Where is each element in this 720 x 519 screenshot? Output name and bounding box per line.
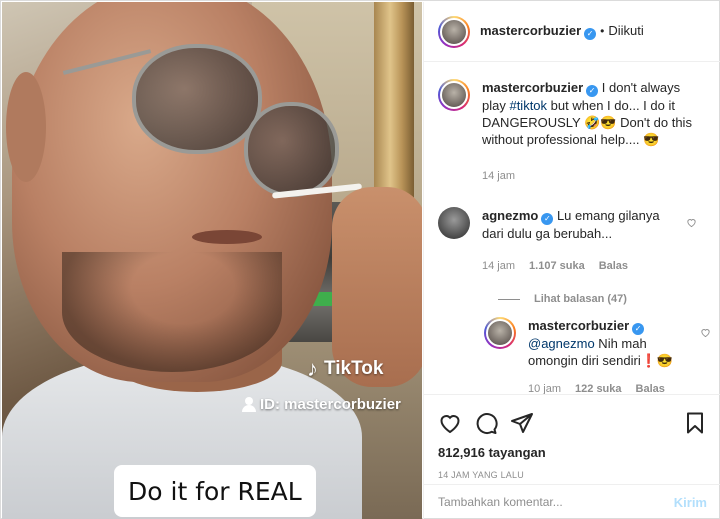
person-icon <box>242 397 256 412</box>
hashtag-link[interactable]: #tiktok <box>509 98 547 113</box>
comment-likes[interactable]: 1.107 suka <box>529 258 585 275</box>
caption-username[interactable]: mastercorbuzier <box>482 80 583 95</box>
video-caption: Do it for REAL <box>114 465 316 517</box>
video-player[interactable]: ♪ TikTok ID: mastercorbuzier Do it for R… <box>2 2 422 519</box>
mention-link[interactable]: @agnezmo <box>528 336 595 351</box>
tiktok-brand-text: TikTok <box>324 358 384 379</box>
comment-icon[interactable] <box>474 411 498 435</box>
comment-item: agnezmo ✓ Lu emang gilanya dari dulu ga b… <box>438 207 707 275</box>
avatar[interactable] <box>438 79 470 111</box>
view-replies-label: Lihat balasan (47) <box>534 293 627 305</box>
reply-item: mastercorbuzier ✓ @agnezmo Nih mah omongi… <box>484 317 710 398</box>
caption-comment: mastercorbuzier ✓ I don't always play #ti… <box>438 79 707 185</box>
comment-heart-icon[interactable] <box>686 217 697 228</box>
send-button[interactable]: Kirim <box>674 495 707 510</box>
reply-heart-icon[interactable] <box>700 327 711 338</box>
tiktok-id: ID: mastercorbuzier <box>242 396 401 413</box>
reply-button[interactable]: Balas <box>599 258 628 275</box>
view-replies-button[interactable]: Lihat balasan (47) <box>498 293 707 305</box>
post-header: mastercorbuzier ✓ • Diikuti <box>424 2 720 62</box>
follow-status-button[interactable]: Diikuti <box>608 23 643 38</box>
divider-line <box>498 298 520 300</box>
reply-username[interactable]: mastercorbuzier <box>528 318 629 333</box>
comments-list[interactable]: mastercorbuzier ✓ I don't always play #ti… <box>424 63 720 395</box>
bookmark-icon[interactable] <box>683 411 707 435</box>
post-actions: 812,916 tayangan 14 JAM YANG LALU <box>424 394 720 480</box>
avatar[interactable] <box>438 15 470 48</box>
add-comment-bar: Kirim <box>424 484 720 519</box>
header-username[interactable]: mastercorbuzier <box>480 23 581 38</box>
caption-time[interactable]: 14 jam <box>482 168 515 185</box>
avatar[interactable] <box>484 317 516 349</box>
comment-input[interactable] <box>438 495 658 509</box>
avatar[interactable] <box>438 207 470 239</box>
tiktok-watermark: ♪ TikTok <box>307 358 383 380</box>
comment-username[interactable]: agnezmo <box>482 208 538 223</box>
separator-dot: • <box>600 24 605 38</box>
tiktok-id-text: ID: mastercorbuzier <box>260 396 401 413</box>
sunglasses-lens-right <box>244 102 339 197</box>
post-sidebar: mastercorbuzier ✓ • Diikuti mastercorbuzier… <box>423 2 720 519</box>
post-frame: ♪ TikTok ID: mastercorbuzier Do it for R… <box>0 0 720 519</box>
tiktok-logo-icon: ♪ <box>307 356 318 381</box>
hand <box>332 187 422 387</box>
post-date[interactable]: 14 JAM YANG LALU <box>438 470 707 480</box>
share-icon[interactable] <box>510 411 534 435</box>
heart-icon[interactable] <box>438 411 462 435</box>
verified-badge-icon: ✓ <box>541 213 554 225</box>
verified-badge-icon: ✓ <box>586 85 599 97</box>
view-count[interactable]: 812,916 tayangan <box>438 445 707 460</box>
sunglasses-lens-left <box>132 44 262 154</box>
verified-badge-icon: ✓ <box>632 323 645 335</box>
comment-time[interactable]: 14 jam <box>482 258 515 275</box>
verified-badge-icon: ✓ <box>584 28 597 40</box>
